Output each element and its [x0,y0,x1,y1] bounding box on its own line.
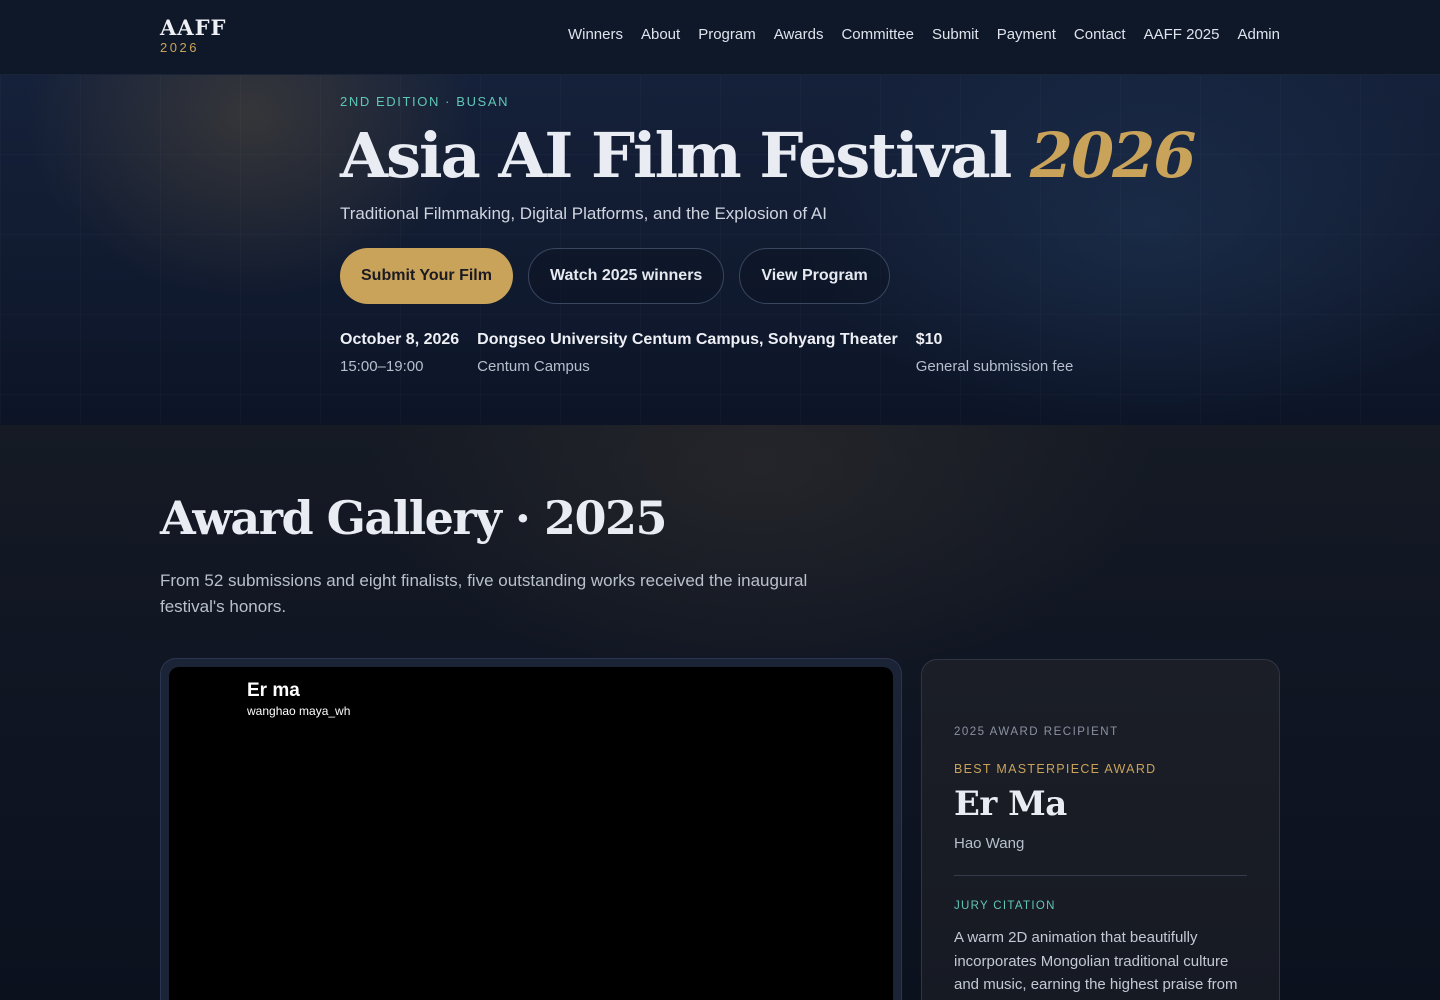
logo-title: AAFF [160,15,227,40]
logo-year: 2026 [160,40,199,55]
video-channel[interactable]: wanghao maya_wh [247,704,350,718]
nav-link-payment[interactable]: Payment [997,26,1056,43]
site-logo[interactable]: AAFF 2026 [160,17,226,56]
event-fee-label: General submission fee [915,358,1074,375]
event-date-value: October 8, 2026 [340,331,460,348]
video-title[interactable]: Er ma [247,680,300,702]
event-fee: $10 General submission fee [916,330,1074,377]
jury-citation-text: A warm 2D animation that beautifully inc… [954,929,1238,993]
hero-section: 2ND EDITION · BUSAN Asia AI Film Festiva… [0,75,1440,425]
nav-link-winners[interactable]: Winners [568,26,623,43]
hero-eyebrow: 2ND EDITION · BUSAN [340,94,510,109]
event-campus-value: Centum Campus [477,358,590,375]
award-recipient-card: 2025 AWARD RECIPIENT BEST MASTERPIECE AW… [921,659,1280,1000]
top-navigation: AAFF 2026 Winners About Program Awards C… [0,0,1440,75]
nav-link-submit[interactable]: Submit [932,26,979,43]
nav-links: Winners About Program Awards Committee S… [568,26,1280,43]
film-director: Hao Wang [954,835,1025,852]
award-name: BEST MASTERPIECE AWARD [954,762,1157,776]
nav-link-about[interactable]: About [641,26,680,43]
hero-title-year: 2026 [1029,119,1197,192]
hero-title-text: Asia AI Film Festival [340,119,1012,192]
film-title: Er Ma [954,784,1067,824]
video-player[interactable]: Er ma wanghao maya_wh [169,667,893,1000]
nav-link-awards[interactable]: Awards [774,26,824,43]
submit-film-button[interactable]: Submit Your Film [340,248,513,304]
hero-cta-row: Submit Your Film Watch 2025 winners View… [340,248,890,304]
card-divider [954,875,1247,876]
video-player-card: Er ma wanghao maya_wh [160,658,902,1000]
award-gallery-section: Award Gallery · 2025 From 52 submissions… [0,425,1440,1000]
event-fee-value: $10 [915,331,943,348]
hero-tagline: Traditional Filmmaking, Digital Platform… [340,204,827,223]
nav-link-contact[interactable]: Contact [1074,26,1126,43]
recipient-label: 2025 AWARD RECIPIENT [954,726,1119,738]
gallery-title: Award Gallery · 2025 [160,491,668,545]
nav-link-committee[interactable]: Committee [841,26,914,43]
event-meta: October 8, 2026 15:00–19:00 Dongseo Univ… [340,330,1073,377]
event-venue: Dongseo University Centum Campus, Sohyan… [477,330,898,377]
nav-link-aaff-2025[interactable]: AAFF 2025 [1144,26,1220,43]
event-venue-value: Dongseo University Centum Campus, Sohyan… [477,331,898,348]
jury-citation-label: JURY CITATION [954,900,1056,912]
hero-title: Asia AI Film Festival 2026 [340,119,1197,193]
event-time-value: 15:00–19:00 [340,358,424,375]
nav-link-program[interactable]: Program [698,26,756,43]
watch-winners-button[interactable]: Watch 2025 winners [527,248,725,304]
event-date: October 8, 2026 15:00–19:00 [340,330,459,377]
view-program-button[interactable]: View Program [739,248,890,304]
nav-link-admin[interactable]: Admin [1237,26,1280,43]
gallery-description: From 52 submissions and eight finalists,… [160,571,808,616]
